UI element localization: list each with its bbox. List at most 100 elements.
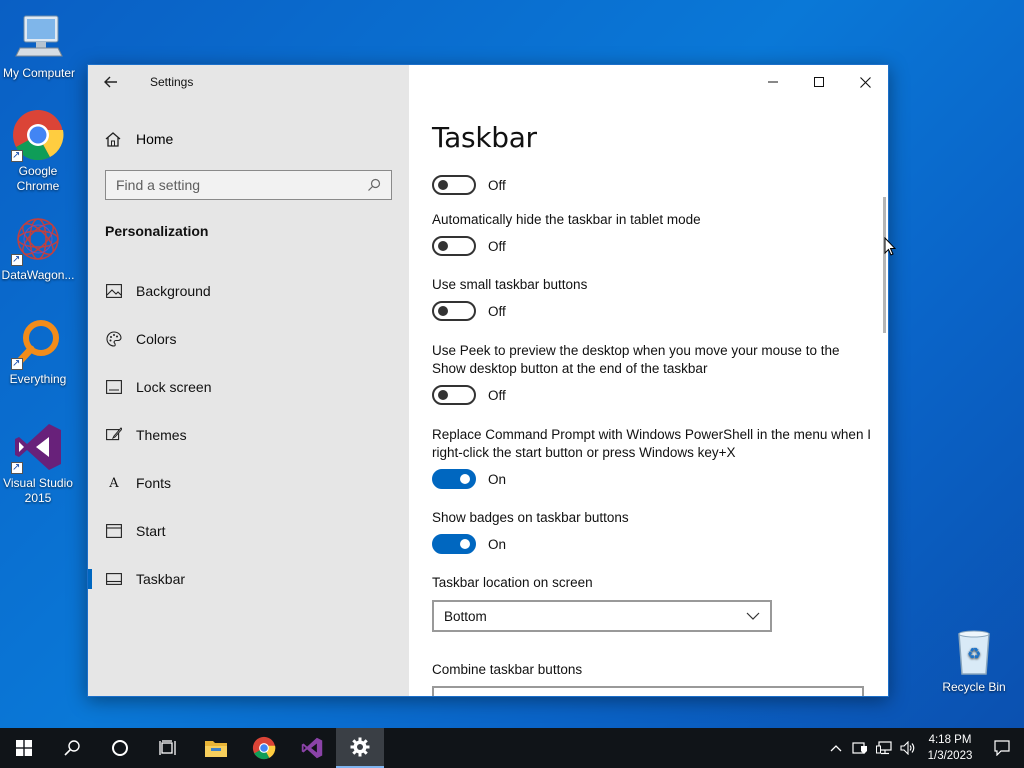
cortana-circle-icon: [112, 740, 128, 756]
toggle-switch[interactable]: [432, 175, 476, 195]
section-heading: Personalization: [105, 223, 209, 239]
security-shield-icon[interactable]: [848, 741, 872, 755]
cortana-button[interactable]: [96, 728, 144, 768]
toggle-state: Off: [488, 238, 506, 254]
desktop-icon-visual-studio[interactable]: Visual Studio 2015: [0, 420, 76, 506]
setting-label: Combine taskbar buttons: [432, 662, 583, 677]
desktop-icon-my-computer[interactable]: My Computer: [1, 10, 77, 81]
setting-toggle-clipped: Off: [432, 175, 872, 195]
back-button[interactable]: [88, 65, 134, 99]
desktop-icon-google-chrome[interactable]: Google Chrome: [0, 108, 76, 194]
toggle-switch[interactable]: [432, 301, 476, 321]
setting-use-peek: Use Peek to preview the desktop when you…: [432, 342, 872, 405]
setting-small-buttons: Use small taskbar buttons Off: [432, 276, 872, 321]
sidebar-item-label: Lock screen: [136, 379, 212, 395]
setting-label: Taskbar location on screen: [432, 575, 593, 590]
network-icon[interactable]: [872, 741, 896, 755]
combine-buttons-dropdown[interactable]: [432, 686, 864, 696]
shortcut-arrow-icon: [11, 460, 23, 475]
search-icon[interactable]: [367, 178, 381, 192]
toggle-switch[interactable]: [432, 236, 476, 256]
sidebar-item-label: Colors: [136, 331, 177, 347]
window-title: Settings: [150, 75, 194, 89]
sidebar-item-background[interactable]: Background: [88, 267, 409, 315]
sidebar-item-label: Fonts: [136, 475, 172, 491]
desktop-icon-label: DataWagon...: [1, 268, 75, 282]
fonts-icon: A: [109, 475, 119, 491]
sidebar-item-start[interactable]: Start: [88, 507, 409, 555]
dropdown-value: Bottom: [444, 608, 487, 624]
setting-label: Use Peek to preview the desktop when you…: [432, 343, 840, 376]
notification-icon: [994, 740, 1010, 756]
desktop-icon-everything[interactable]: Everything: [0, 316, 76, 387]
show-hidden-icons-chevron-icon[interactable]: [824, 744, 848, 752]
visual-studio-icon: [301, 737, 323, 759]
minimize-button[interactable]: [750, 65, 796, 99]
toggle-switch[interactable]: [432, 385, 476, 405]
clock-time: 4:18 PM: [928, 734, 972, 746]
title-bar: Settings: [88, 65, 409, 99]
taskbar-visual-studio[interactable]: [288, 728, 336, 768]
settings-sidebar: Settings Home Personalization Background: [88, 65, 409, 696]
taskbar-location-dropdown[interactable]: Bottom: [432, 600, 772, 632]
settings-search[interactable]: [105, 170, 392, 200]
setting-show-badges: Show badges on taskbar buttons On: [432, 509, 872, 554]
sidebar-item-label: Taskbar: [136, 571, 186, 587]
page-title: Taskbar: [432, 121, 537, 154]
start-icon: [105, 522, 123, 540]
desktop-icon-recycle-bin[interactable]: ♻ Recycle Bin: [936, 624, 1012, 695]
task-view-icon: [159, 740, 176, 755]
home-icon: [105, 132, 121, 147]
gear-icon: [350, 737, 370, 757]
sidebar-item-colors[interactable]: Colors: [88, 315, 409, 363]
search-input[interactable]: [116, 177, 367, 193]
taskbar-file-explorer[interactable]: [192, 728, 240, 768]
sidebar-item-fonts[interactable]: A Fonts: [88, 459, 409, 507]
maximize-button[interactable]: [796, 65, 842, 99]
volume-icon[interactable]: [896, 741, 920, 755]
action-center-button[interactable]: [980, 728, 1024, 768]
datawagon-icon: [11, 212, 65, 267]
personalization-nav: Background Colors Lock screen Themes A F…: [88, 267, 409, 603]
minimize-icon: [768, 81, 778, 83]
chrome-icon: [11, 108, 65, 163]
taskbar-clock[interactable]: 4:18 PM 1/3/2023: [920, 732, 980, 764]
home-link[interactable]: Home: [104, 125, 173, 153]
settings-scroll-area[interactable]: Off Automatically hide the taskbar in ta…: [432, 161, 872, 696]
sidebar-item-taskbar[interactable]: Taskbar: [88, 555, 409, 603]
desktop-icon-label: Google Chrome: [16, 164, 60, 193]
setting-combine-buttons: Combine taskbar buttons: [432, 661, 872, 679]
setting-label: Automatically hide the taskbar in tablet…: [432, 212, 701, 227]
sidebar-item-lock-screen[interactable]: Lock screen: [88, 363, 409, 411]
task-view-button[interactable]: [144, 728, 192, 768]
back-arrow-icon: [104, 76, 117, 88]
setting-auto-hide-tablet: Automatically hide the taskbar in tablet…: [432, 211, 872, 256]
toggle-switch[interactable]: [432, 534, 476, 554]
scrollbar-thumb[interactable]: [883, 197, 886, 333]
close-button[interactable]: [842, 65, 888, 99]
desktop-icon-datawagon[interactable]: DataWagon...: [0, 212, 76, 283]
lock-screen-icon: [105, 378, 123, 396]
toggle-state: On: [488, 471, 507, 487]
toggle-state: Off: [488, 303, 506, 319]
search-button[interactable]: [48, 728, 96, 768]
magnifier-icon: [11, 316, 65, 371]
picture-icon: [105, 282, 123, 300]
desktop-icon-label: Everything: [9, 372, 67, 386]
toggle-state: Off: [488, 177, 506, 193]
desktop-icon-label: Visual Studio 2015: [3, 476, 73, 505]
shortcut-arrow-icon: [11, 252, 23, 267]
svg-text:♻: ♻: [967, 644, 981, 663]
start-button[interactable]: [0, 728, 48, 768]
setting-label: Show badges on taskbar buttons: [432, 510, 629, 525]
sidebar-item-themes[interactable]: Themes: [88, 411, 409, 459]
toggle-switch[interactable]: [432, 469, 476, 489]
taskbar-chrome[interactable]: [240, 728, 288, 768]
toggle-state: Off: [488, 387, 506, 403]
desktop-icon-label: Recycle Bin: [942, 680, 1006, 694]
search-icon: [64, 740, 80, 756]
setting-powershell: Replace Command Prompt with Windows Powe…: [432, 426, 872, 489]
windows-logo-icon: [16, 740, 32, 756]
computer-icon: [12, 10, 66, 64]
taskbar-settings[interactable]: [336, 728, 384, 768]
